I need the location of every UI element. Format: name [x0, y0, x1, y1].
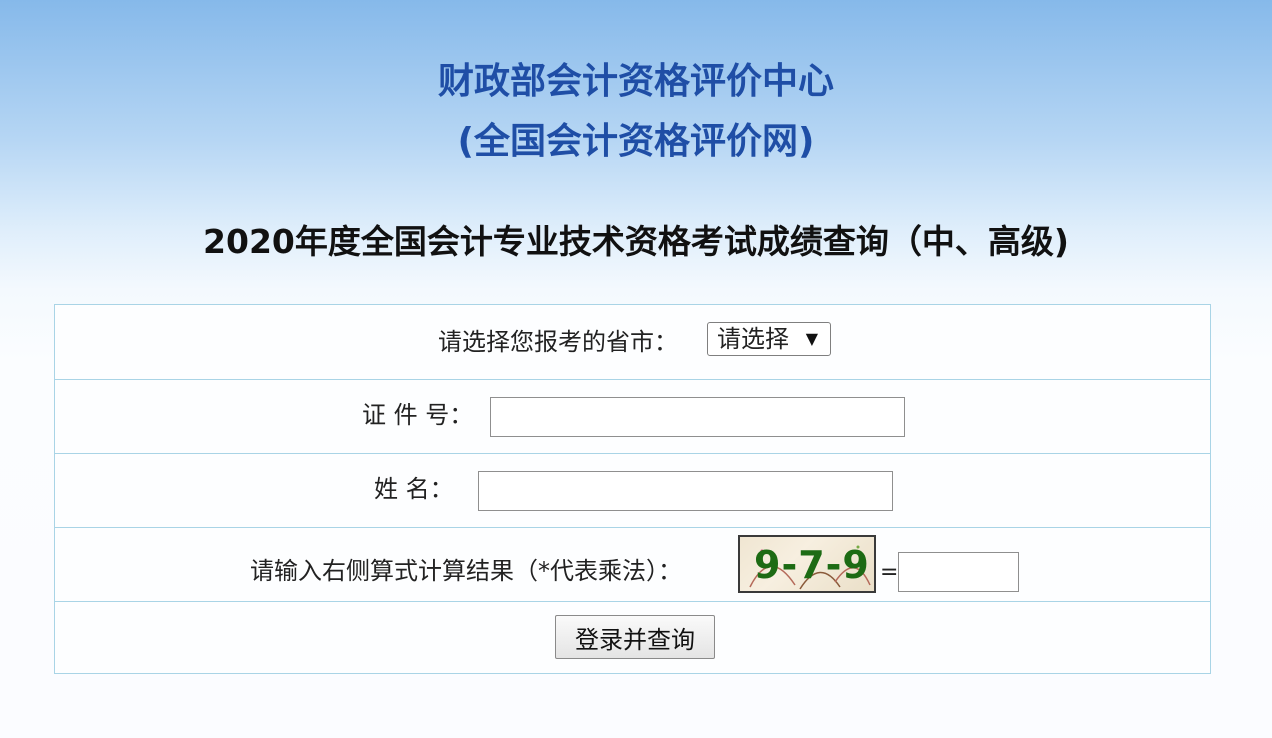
id-number-input[interactable] — [490, 397, 905, 437]
form-row-name: 姓 名： — [55, 454, 1210, 528]
province-select[interactable]: 请选择 ▼ — [707, 322, 831, 356]
form-row-captcha: 请输入右侧算式计算结果（*代表乘法）： 9-7-9 = — [55, 528, 1210, 602]
id-label: 证 件 号： — [362, 401, 474, 429]
province-select-value: 请选择 — [717, 325, 789, 353]
form-row-submit: 登录并查询 — [55, 602, 1210, 673]
org-subtitle: (全国会计资格评价网) — [457, 121, 815, 162]
captcha-image[interactable]: 9-7-9 — [738, 535, 876, 593]
equals-sign: = — [880, 560, 899, 585]
province-label: 请选择您报考的省市： — [438, 328, 678, 356]
captcha-text: 9-7-9 — [754, 543, 870, 587]
dropdown-arrow-icon: ▼ — [805, 329, 818, 348]
page-title: 2020年度全国会计专业技术资格考试成绩查询（中、高级) — [203, 222, 1069, 261]
captcha-label: 请输入右侧算式计算结果（*代表乘法）： — [250, 557, 682, 585]
name-input[interactable] — [478, 471, 893, 511]
login-query-button[interactable]: 登录并查询 — [555, 615, 715, 659]
page: 财政部会计资格评价中心 (全国会计资格评价网) 2020年度全国会计专业技术资格… — [0, 0, 1272, 738]
form-row-id: 证 件 号： — [55, 380, 1210, 454]
name-label: 姓 名： — [374, 475, 454, 503]
form-row-province: 请选择您报考的省市： 请选择 ▼ — [55, 305, 1210, 380]
captcha-answer-input[interactable] — [898, 552, 1019, 592]
query-form: 请选择您报考的省市： 请选择 ▼ 证 件 号： 姓 名： 请输入右侧算式计算结果… — [54, 304, 1211, 674]
org-title: 财政部会计资格评价中心 — [437, 61, 834, 102]
